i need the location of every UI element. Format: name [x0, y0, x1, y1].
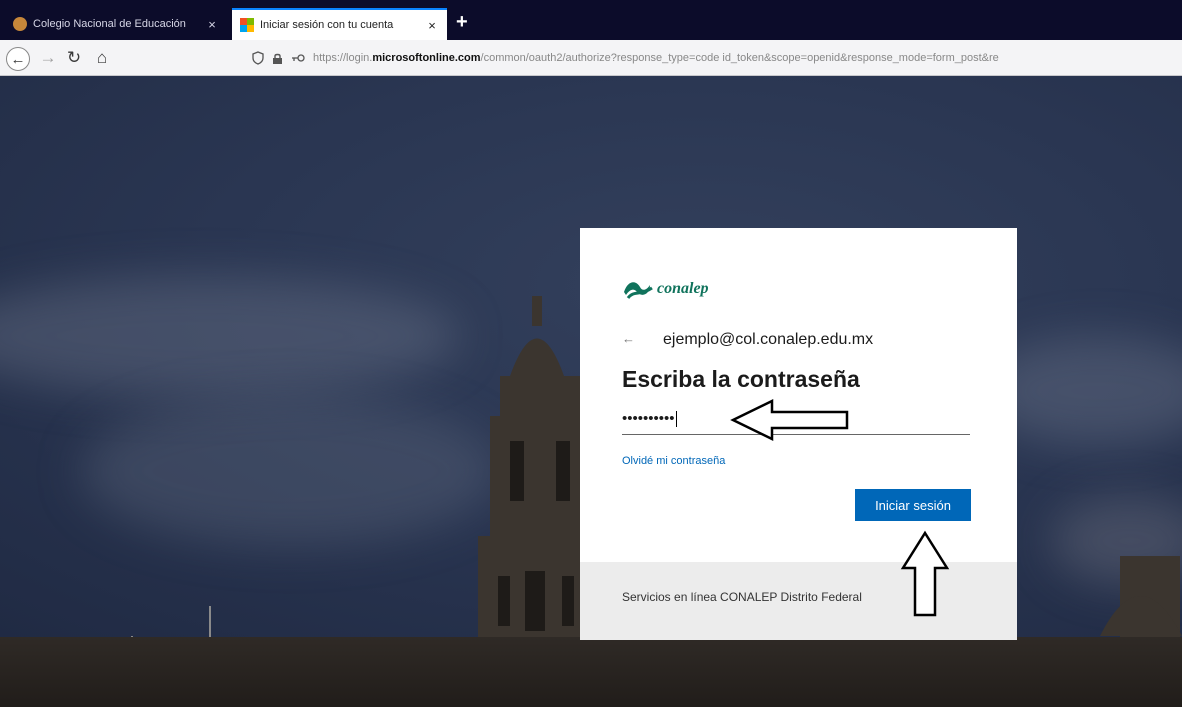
- reload-button[interactable]: ↻: [62, 46, 86, 70]
- tab-colegio[interactable]: Colegio Nacional de Educación ×: [5, 8, 227, 40]
- url-host: microsoftonline.com: [372, 52, 481, 64]
- text-caret: [675, 410, 677, 427]
- tab-label: Colegio Nacional de Educación: [33, 18, 186, 30]
- forward-button[interactable]: →: [36, 46, 60, 70]
- tab-label: Iniciar sesión con tu cuenta: [260, 19, 394, 31]
- browser-window: Colegio Nacional de Educación × Iniciar …: [0, 0, 1182, 707]
- colegio-favicon-icon: [13, 17, 27, 31]
- account-email: ejemplo@col.conalep.edu.mx: [663, 331, 874, 348]
- tab-close-icon[interactable]: ×: [425, 18, 439, 33]
- annotation-left-arrow-icon: [730, 399, 849, 441]
- brand-name: conalep: [657, 280, 709, 297]
- tab-iniciar-sesion[interactable]: Iniciar sesión con tu cuenta ×: [232, 8, 447, 40]
- url-prefix: https://login.: [313, 52, 373, 64]
- home-button[interactable]: ⌂: [90, 46, 114, 70]
- sign-in-button[interactable]: Iniciar sesión: [855, 489, 971, 521]
- lock-icon[interactable]: [272, 52, 283, 65]
- tab-close-icon[interactable]: ×: [205, 17, 219, 32]
- address-bar[interactable]: https://login. microsoftonline.com/common…: [252, 45, 1182, 71]
- new-tab-button[interactable]: +: [456, 12, 468, 32]
- footer-text: Servicios en línea CONALEP Distrito Fede…: [622, 590, 862, 604]
- key-icon[interactable]: [291, 53, 305, 63]
- shield-icon[interactable]: [252, 51, 264, 65]
- background-ground: [0, 637, 1182, 707]
- forgot-password-link[interactable]: Olvidé mi contraseña: [622, 455, 725, 467]
- back-button[interactable]: ←: [6, 47, 30, 71]
- tab-strip: Colegio Nacional de Educación × Iniciar …: [0, 0, 1182, 40]
- password-mask: ••••••••••: [622, 410, 675, 427]
- navigation-bar: ← → ↻ ⌂ https://login. microsoftonline.co…: [0, 40, 1182, 76]
- annotation-up-arrow-icon: [900, 530, 950, 617]
- url-path: /common/oauth2/authorize?response_type=c…: [480, 52, 999, 64]
- page-title: Escriba la contraseña: [622, 366, 860, 392]
- back-arrow-icon[interactable]: ←: [622, 331, 635, 346]
- microsoft-favicon-icon: [240, 18, 254, 32]
- conalep-logo: conalep: [622, 278, 709, 300]
- conalep-logo-icon: [624, 282, 653, 300]
